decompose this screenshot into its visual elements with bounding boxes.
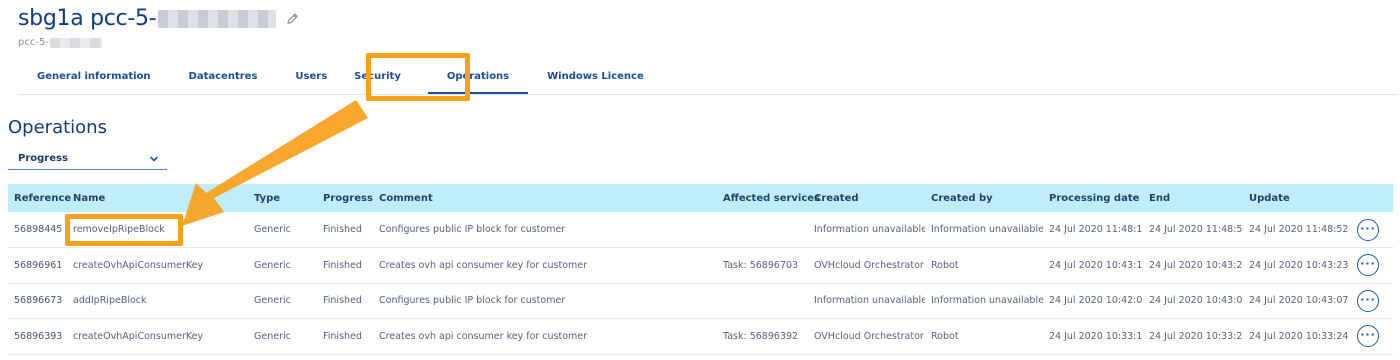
- table-row: 56898445 removeIpRipeBlock Generic Finis…: [8, 212, 1393, 248]
- cell-reference: 56896673: [8, 283, 67, 319]
- column-header-update[interactable]: Update: [1243, 184, 1351, 212]
- more-horizontal-icon[interactable]: ···: [1357, 254, 1379, 277]
- cell-end: 24 Jul 2020 10:43:07: [1143, 283, 1243, 319]
- column-header-end[interactable]: End: [1143, 184, 1243, 212]
- cell-update: 24 Jul 2020 10:43:23: [1243, 247, 1351, 284]
- table-row: 56896961 createOvhApiConsumerKey Generic…: [8, 247, 1393, 284]
- cell-actions: ···: [1351, 318, 1393, 355]
- cell-progress: Finished: [317, 247, 373, 284]
- tab-operations[interactable]: Operations: [427, 62, 529, 94]
- cell-update: 24 Jul 2020 10:43:07: [1243, 283, 1351, 319]
- cell-name: createOvhApiConsumerKey: [67, 247, 248, 284]
- cell-affected-services: Task: 56896703: [717, 247, 808, 284]
- table-row: 56896393 createOvhApiConsumerKey Generic…: [8, 318, 1393, 355]
- more-button-label: ···: [1360, 328, 1376, 342]
- cell-affected-services: [717, 212, 808, 248]
- column-header-processing-date[interactable]: Processing date: [1043, 184, 1143, 212]
- cell-type: Generic: [248, 318, 317, 355]
- cell-comment: Configures public IP block for customer: [373, 212, 717, 248]
- chevron-down-icon: [149, 155, 159, 163]
- more-horizontal-icon[interactable]: ···: [1357, 218, 1379, 241]
- column-header-created[interactable]: Created: [808, 184, 925, 212]
- subtitle-row: pcc-5-: [18, 37, 300, 48]
- cell-reference: 56896961: [8, 247, 67, 284]
- cell-update: 24 Jul 2020 10:33:24: [1243, 318, 1351, 355]
- cell-processing-date: 24 Jul 2020 11:48:12: [1043, 212, 1143, 248]
- tab-security[interactable]: Security: [346, 62, 420, 94]
- cell-created-by: Robot: [925, 247, 1043, 284]
- cell-end: 24 Jul 2020 10:33:24: [1143, 318, 1243, 355]
- cell-progress: Finished: [317, 318, 373, 355]
- cell-reference: 56896393: [8, 318, 67, 355]
- progress-filter-select[interactable]: Progress: [8, 148, 167, 170]
- title-row: sbg1a pcc-5-: [18, 6, 300, 31]
- column-header-affected-services[interactable]: Affected services: [717, 184, 820, 212]
- more-button-label: ···: [1360, 257, 1376, 271]
- tab-users[interactable]: Users: [276, 62, 346, 94]
- cell-created: OVHcloud Orchestrator: [808, 318, 925, 355]
- column-header-type[interactable]: Type: [248, 184, 317, 212]
- cell-processing-date: 24 Jul 2020 10:33:14: [1043, 318, 1143, 355]
- cell-progress: Finished: [317, 212, 373, 248]
- table-header-row: Reference Name Type Progress Comment Aff…: [8, 184, 1393, 212]
- cell-actions: ···: [1351, 212, 1393, 248]
- cell-actions: ···: [1351, 283, 1393, 319]
- more-horizontal-icon[interactable]: ···: [1357, 289, 1379, 312]
- page-header: sbg1a pcc-5- pcc-5-: [18, 6, 300, 48]
- cell-created: Information unavailable: [808, 212, 925, 248]
- column-header-reference[interactable]: Reference: [8, 184, 71, 212]
- tab-general-information[interactable]: General information: [18, 62, 170, 94]
- cell-actions: ···: [1351, 247, 1393, 284]
- cell-comment: Configures public IP block for customer: [373, 283, 717, 319]
- page-title: sbg1a pcc-5-: [18, 6, 157, 31]
- column-header-name[interactable]: Name: [67, 184, 248, 212]
- filter-selected-value: Progress: [18, 153, 68, 164]
- tab-windows-licence[interactable]: Windows Licence: [528, 62, 663, 94]
- table-row: 56896673 addIpRipeBlock Generic Finished…: [8, 283, 1393, 319]
- column-header-actions: [1351, 184, 1393, 212]
- cell-end: 24 Jul 2020 11:48:52: [1143, 212, 1243, 248]
- pencil-icon[interactable]: [286, 12, 300, 26]
- cell-processing-date: 24 Jul 2020 10:43:12: [1043, 247, 1143, 284]
- more-button-label: ···: [1360, 292, 1376, 306]
- tab-datacentres[interactable]: Datacentres: [170, 62, 277, 94]
- cell-affected-services: Task: 56896392: [717, 318, 808, 355]
- section-title: Operations: [8, 117, 107, 138]
- cell-created-by: Robot: [925, 318, 1043, 355]
- column-header-progress[interactable]: Progress: [317, 184, 373, 212]
- cell-name: removeIpRipeBlock: [67, 212, 248, 248]
- cell-reference: 56898445: [8, 212, 67, 248]
- cell-type: Generic: [248, 283, 317, 319]
- cell-created: Information unavailable: [808, 283, 925, 319]
- cell-type: Generic: [248, 212, 317, 248]
- cell-type: Generic: [248, 247, 317, 284]
- cell-created-by: Information unavailable: [925, 283, 1043, 319]
- page-subtitle: pcc-5-: [18, 37, 49, 48]
- more-horizontal-icon[interactable]: ···: [1357, 325, 1379, 348]
- more-button-label: ···: [1360, 221, 1376, 235]
- redacted-subtitle-part: [49, 37, 102, 48]
- column-header-comment[interactable]: Comment: [373, 184, 717, 212]
- redacted-title-part: [158, 9, 277, 28]
- cell-created-by: Information unavailable: [925, 212, 1043, 248]
- cell-affected-services: [717, 283, 808, 319]
- cell-end: 24 Jul 2020 10:43:23: [1143, 247, 1243, 284]
- cell-created: OVHcloud Orchestrator: [808, 247, 925, 284]
- cell-comment: Creates ovh api consumer key for custome…: [373, 318, 717, 355]
- tab-bar: General information Datacentres Users Se…: [18, 62, 1398, 95]
- cell-name: createOvhApiConsumerKey: [67, 318, 248, 355]
- cell-processing-date: 24 Jul 2020 10:42:02: [1043, 283, 1143, 319]
- cell-update: 24 Jul 2020 11:48:52: [1243, 212, 1351, 248]
- cell-progress: Finished: [317, 283, 373, 319]
- operations-table: Reference Name Type Progress Comment Aff…: [8, 184, 1393, 355]
- column-header-created-by[interactable]: Created by: [925, 184, 1043, 212]
- cell-comment: Creates ovh api consumer key for custome…: [373, 247, 717, 284]
- cell-name: addIpRipeBlock: [67, 283, 248, 319]
